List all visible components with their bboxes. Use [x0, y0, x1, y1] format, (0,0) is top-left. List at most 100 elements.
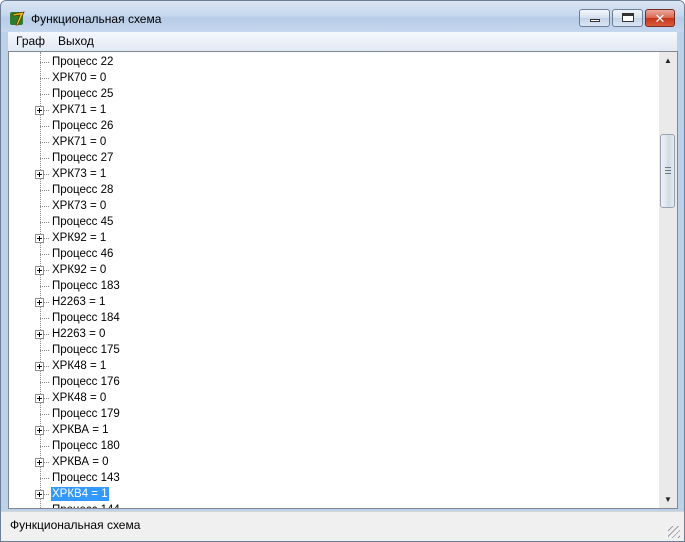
title-bar[interactable]: Функциональная схема ✕: [1, 1, 684, 32]
tree-item[interactable]: Н2263 = 1: [9, 294, 649, 310]
scroll-up-arrow-icon[interactable]: ▲: [659, 52, 677, 69]
status-text: Функциональная схема: [10, 518, 141, 532]
tree-item-label: Процесс 22: [52, 56, 114, 68]
tree-item[interactable]: Процесс 46: [9, 246, 649, 262]
tree-branch-line: [40, 94, 49, 95]
tree-item[interactable]: ХРК48 = 1: [9, 358, 649, 374]
tree-item[interactable]: Процесс 144: [9, 502, 649, 508]
scroll-down-arrow-icon[interactable]: ▼: [659, 491, 677, 508]
tree-item[interactable]: ХРК70 = 0: [9, 70, 649, 86]
tree-branch-line: [40, 414, 49, 415]
tree-item-label: Процесс 175: [52, 344, 120, 356]
expand-plus-icon[interactable]: [35, 490, 44, 499]
expand-plus-icon[interactable]: [35, 170, 44, 179]
tree-item-label: ХРКВА = 1: [52, 424, 109, 436]
tree-item[interactable]: Процесс 45: [9, 214, 649, 230]
tree-item[interactable]: ХРКВА = 1: [9, 422, 649, 438]
expand-plus-icon[interactable]: [35, 362, 44, 371]
tree-item-label: Процесс 184: [52, 312, 120, 324]
tree-item[interactable]: Процесс 183: [9, 278, 649, 294]
tree-item[interactable]: ХРК73 = 0: [9, 198, 649, 214]
tree-item[interactable]: ХРК92 = 0: [9, 262, 649, 278]
tree-item[interactable]: ХРК92 = 1: [9, 230, 649, 246]
tree-item[interactable]: Процесс 22: [9, 54, 649, 70]
tree-item-label: Процесс 28: [52, 184, 114, 196]
tree-item-label: Процесс 179: [52, 408, 120, 420]
maximize-button[interactable]: [612, 9, 643, 27]
tree-item[interactable]: Процесс 28: [9, 182, 649, 198]
tree-item-label: Н2263 = 0: [52, 328, 106, 340]
tree-item[interactable]: Процесс 175: [9, 342, 649, 358]
menu-bar: Граф Выход: [8, 32, 677, 51]
tree-branch-line: [40, 158, 49, 159]
tree-item[interactable]: Процесс 25: [9, 86, 649, 102]
tree-branch-line: [40, 142, 49, 143]
expand-plus-icon[interactable]: [35, 394, 44, 403]
tree-item[interactable]: Н2263 = 0: [9, 326, 649, 342]
tree-branch-line: [40, 254, 49, 255]
close-icon: ✕: [654, 11, 666, 26]
tree-item-label: ХРК48 = 1: [52, 360, 107, 372]
menu-exit[interactable]: Выход: [58, 34, 94, 48]
expand-plus-icon[interactable]: [35, 106, 44, 115]
tree-item[interactable]: ХРК71 = 1: [9, 102, 649, 118]
window-title: Функциональная схема: [31, 12, 162, 26]
tree-item-label: ХРКВ4 = 1: [50, 486, 110, 502]
tree-branch-line: [40, 446, 49, 447]
expand-plus-icon[interactable]: [35, 234, 44, 243]
tree-branch-line: [40, 286, 49, 287]
tree-item-label: Процесс 143: [52, 472, 120, 484]
status-bar: Функциональная схема: [1, 511, 684, 541]
close-button[interactable]: ✕: [645, 9, 675, 27]
tree-branch-line: [40, 382, 49, 383]
tree-item[interactable]: ХРК71 = 0: [9, 134, 649, 150]
tree-item-label: Процесс 27: [52, 152, 114, 164]
tree-item[interactable]: ХРКВ4 = 1: [9, 486, 649, 502]
tree-view[interactable]: Процесс 22 ХРК70 = 0 Процесс 25 ХРК71 = 1 Пр…: [8, 51, 678, 509]
tree-item[interactable]: Процесс 184: [9, 310, 649, 326]
tree-item-label: ХРКВА = 0: [52, 456, 109, 468]
tree-branch-line: [40, 126, 49, 127]
expand-plus-icon[interactable]: [35, 266, 44, 275]
tree-item[interactable]: Процесс 180: [9, 438, 649, 454]
tree-item-label: Процесс 25: [52, 88, 114, 100]
tree-item-label: Процесс 26: [52, 120, 114, 132]
expand-plus-icon[interactable]: [35, 330, 44, 339]
app-window: Функциональная схема ✕ Граф Выход Процес…: [0, 0, 685, 542]
expand-plus-icon[interactable]: [35, 298, 44, 307]
tree-item-label: ХРК92 = 0: [52, 264, 107, 276]
tree-branch-line: [40, 78, 49, 79]
tree-items: Процесс 22 ХРК70 = 0 Процесс 25 ХРК71 = 1 Пр…: [9, 52, 659, 508]
tree-branch-line: [40, 206, 49, 207]
maximize-icon: [622, 13, 634, 22]
tree-item[interactable]: ХРК73 = 1: [9, 166, 649, 182]
resize-grip-icon[interactable]: [668, 526, 680, 538]
tree-item[interactable]: Процесс 26: [9, 118, 649, 134]
thumb-grip-icon: [665, 167, 671, 174]
tree-item-label: Процесс 46: [52, 248, 114, 260]
tree-item[interactable]: Процесс 176: [9, 374, 649, 390]
expand-plus-icon[interactable]: [35, 426, 44, 435]
tree-item-label: ХРК71 = 0: [52, 136, 107, 148]
tree-item-label: Процесс 183: [52, 280, 120, 292]
tree-item[interactable]: Процесс 143: [9, 470, 649, 486]
tree-item-label: Процесс 180: [52, 440, 120, 452]
tree-item[interactable]: Процесс 27: [9, 150, 649, 166]
menu-graph[interactable]: Граф: [16, 34, 45, 48]
tree-branch-line: [40, 190, 49, 191]
app-logo-icon: [10, 11, 25, 26]
tree-item[interactable]: Процесс 179: [9, 406, 649, 422]
tree-item-label: Процесс 45: [52, 216, 114, 228]
tree-branch-line: [40, 222, 49, 223]
tree-item[interactable]: ХРКВА = 0: [9, 454, 649, 470]
minimize-button[interactable]: [579, 9, 610, 27]
vertical-scrollbar[interactable]: ▲ ▼: [659, 52, 677, 508]
minimize-icon: [590, 19, 600, 22]
tree-item-label: ХРК71 = 1: [52, 104, 107, 116]
tree-item-label: ХРК70 = 0: [52, 72, 107, 84]
tree-item-label: ХРК73 = 0: [52, 200, 107, 212]
tree-branch-line: [40, 478, 49, 479]
scrollbar-thumb[interactable]: [660, 134, 675, 208]
tree-item[interactable]: ХРК48 = 0: [9, 390, 649, 406]
expand-plus-icon[interactable]: [35, 458, 44, 467]
